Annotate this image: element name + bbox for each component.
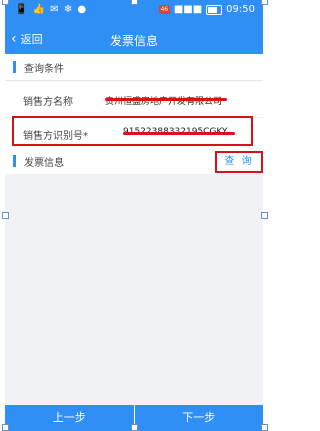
page-title: 发票信息 (109, 34, 158, 48)
section-header: 查询条件 (5, 54, 263, 81)
resize-handle[interactable] (131, 0, 138, 5)
seller-name-label: 销售方名称 (23, 97, 73, 108)
phone-screen: 📱 👍 ✉ ❄ ● 46 ■■■ 09:50 ‹ 返回 发票信息 查询条件 销售… (5, 0, 263, 431)
notification-badge-icon: 46 (158, 5, 170, 14)
section-marker (13, 155, 16, 167)
redaction-line (105, 98, 227, 101)
seller-name-row[interactable]: 销售方名称 贵州恒盛房地产开发有限公司 (5, 81, 263, 118)
notification-icons: 📱 👍 ✉ ❄ ● (15, 4, 88, 15)
signal-icon: ■■■ (173, 4, 203, 15)
previous-step-button[interactable]: 上一步 (5, 405, 134, 431)
section-marker (13, 61, 16, 73)
resize-handle[interactable] (261, 0, 268, 5)
query-button[interactable]: 查 询 (215, 151, 263, 173)
nav-bar: ‹ 返回 发票信息 (5, 24, 263, 54)
section-title: 发票信息 (24, 157, 64, 169)
battery-icon (206, 4, 223, 15)
resize-handle[interactable] (2, 212, 9, 219)
resize-handle[interactable] (261, 212, 268, 219)
resize-handle[interactable] (2, 0, 9, 5)
resize-handle[interactable] (261, 424, 268, 431)
resize-handle[interactable] (131, 424, 138, 431)
status-right: 46 ■■■ 09:50 (158, 4, 255, 15)
clock: 09:50 (226, 4, 255, 15)
next-step-button[interactable]: 下一步 (134, 405, 263, 431)
resize-handle[interactable] (2, 424, 9, 431)
seller-id-highlight-box (12, 116, 253, 146)
section-title: 查询条件 (24, 63, 64, 75)
